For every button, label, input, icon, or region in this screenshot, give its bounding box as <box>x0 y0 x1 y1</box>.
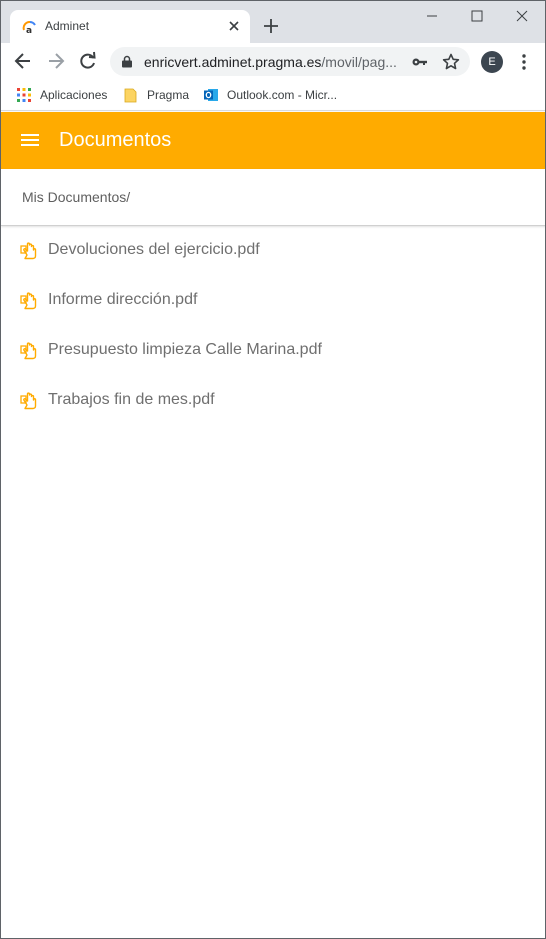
document-name: Informe dirección.pdf <box>48 291 198 308</box>
bookmark-label: Outlook.com - Micr... <box>227 88 338 102</box>
tab-strip: a Adminet <box>1 1 545 43</box>
pdf-file-icon <box>20 292 37 310</box>
outlook-icon <box>204 89 218 101</box>
key-icon[interactable] <box>411 54 429 70</box>
new-tab-plus-icon[interactable] <box>262 17 280 35</box>
reload-icon[interactable] <box>78 51 98 71</box>
close-window-icon[interactable] <box>499 1 545 31</box>
address-bar[interactable]: enricvert.adminet.pragma.es/movil/pag... <box>110 47 470 76</box>
app-header: Documentos <box>1 112 545 169</box>
breadcrumb: Mis Documentos/ <box>1 169 545 226</box>
list-item[interactable]: Informe dirección.pdf <box>1 275 545 325</box>
list-item[interactable]: Trabajos fin de mes.pdf <box>1 375 545 425</box>
profile-avatar[interactable]: E <box>481 51 503 73</box>
url-host: enricvert.adminet.pragma.es <box>144 54 322 70</box>
bookmarks-bar: Aplicaciones Pragma Outlook.com - Micr..… <box>1 80 545 111</box>
minimize-window-icon[interactable] <box>409 1 455 31</box>
document-name: Presupuesto limpieza Calle Marina.pdf <box>48 341 322 358</box>
url-text: enricvert.adminet.pragma.es/movil/pag... <box>144 54 402 70</box>
close-tab-icon[interactable] <box>226 18 242 34</box>
folder-icon <box>124 88 137 103</box>
pdf-file-icon <box>20 242 37 260</box>
bookmark-star-icon[interactable] <box>442 53 460 71</box>
document-name: Devoluciones del ejercicio.pdf <box>48 241 260 258</box>
document-name: Trabajos fin de mes.pdf <box>48 391 215 408</box>
hamburger-menu-icon[interactable] <box>21 132 39 148</box>
browser-toolbar: enricvert.adminet.pragma.es/movil/pag...… <box>1 43 545 80</box>
pdf-file-icon <box>20 392 37 410</box>
maximize-window-icon[interactable] <box>454 1 500 31</box>
page-title: Documentos <box>59 129 172 151</box>
tab-title: Adminet <box>45 19 90 33</box>
browser-window: a Adminet enricvert.adminet.pragma.es/mo… <box>0 0 546 939</box>
apps-grid-icon <box>17 88 31 102</box>
browser-tab[interactable]: a Adminet <box>10 10 250 43</box>
more-menu-icon[interactable] <box>516 52 532 72</box>
bookmark-label: Pragma <box>147 88 190 102</box>
document-list: Devoluciones del ejercicio.pdf Informe d… <box>1 225 545 425</box>
forward-arrow-icon[interactable] <box>46 51 66 71</box>
lock-icon <box>122 55 132 68</box>
bookmark-label: Aplicaciones <box>40 88 108 102</box>
list-item[interactable]: Devoluciones del ejercicio.pdf <box>1 225 545 275</box>
url-path: /movil/pag... <box>321 54 397 70</box>
list-item[interactable]: Presupuesto limpieza Calle Marina.pdf <box>1 325 545 375</box>
svg-text:a: a <box>26 26 32 35</box>
adminet-favicon-icon: a <box>22 21 36 35</box>
bookmark-aplicaciones[interactable]: Aplicaciones <box>16 86 107 104</box>
bookmark-pragma[interactable]: Pragma <box>123 86 189 104</box>
back-arrow-icon[interactable] <box>13 51 33 71</box>
bookmark-outlook[interactable]: Outlook.com - Micr... <box>203 86 337 104</box>
breadcrumb-path[interactable]: Mis Documentos/ <box>22 189 130 205</box>
pdf-file-icon <box>20 342 37 360</box>
